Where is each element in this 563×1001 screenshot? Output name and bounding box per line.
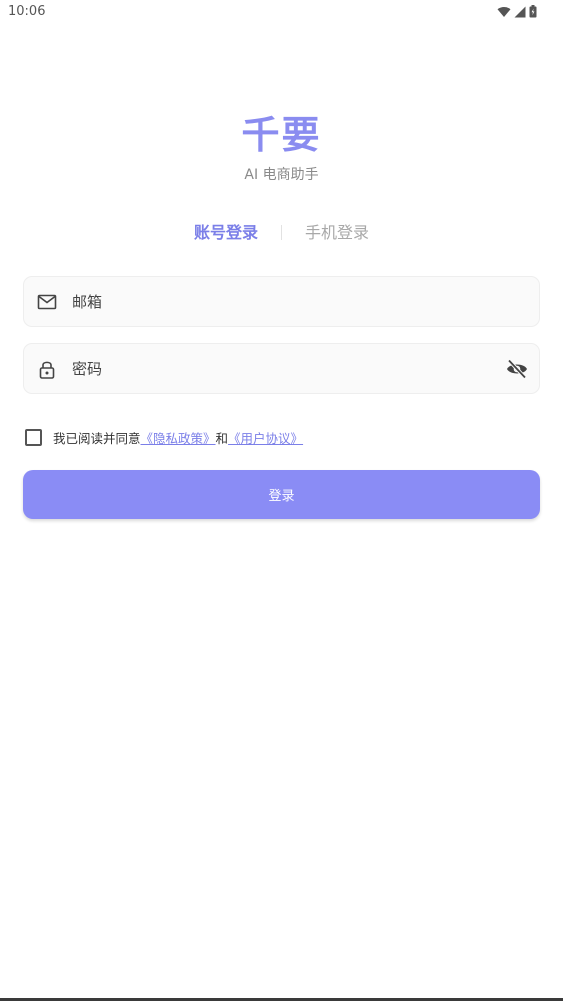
email-field[interactable] <box>23 276 540 327</box>
wifi-icon <box>497 6 511 17</box>
agreement-conjunction: 和 <box>215 430 229 446</box>
tab-account-login[interactable]: 账号登录 <box>194 222 258 244</box>
login-button[interactable]: 登录 <box>23 470 540 519</box>
app-subtitle: AI 电商助手 <box>244 167 319 183</box>
status-time: 10:06 <box>8 4 46 19</box>
privacy-policy-link[interactable]: 《隐私政策》 <box>141 428 216 447</box>
app-title: 千要 <box>241 113 322 157</box>
eye-off-icon[interactable] <box>505 358 529 380</box>
password-field[interactable] <box>23 343 540 394</box>
user-agreement-link[interactable]: 《用户协议》 <box>228 428 303 447</box>
login-tabs: 账号登录 手机登录 <box>0 222 563 246</box>
password-input[interactable] <box>72 344 492 393</box>
agreement-row: 我已阅读并同意 《隐私政策》 和 《用户协议》 <box>25 427 303 447</box>
mail-icon <box>37 294 57 310</box>
battery-icon <box>529 5 537 18</box>
signal-icon <box>514 6 526 17</box>
email-input[interactable] <box>72 277 492 326</box>
login-screen: 10:06 千要 AI 电商助手 账号登录 手机登录 邮箱 我已阅读并同意 《隐… <box>0 0 563 1001</box>
status-icons <box>497 5 537 18</box>
agreement-checkbox[interactable] <box>25 428 42 446</box>
tab-phone-login[interactable]: 手机登录 <box>305 222 369 244</box>
lock-icon <box>39 361 55 379</box>
status-bar: 10:06 <box>0 0 563 24</box>
tab-divider <box>281 225 282 240</box>
agreement-text: 我已阅读并同意 <box>53 430 141 446</box>
